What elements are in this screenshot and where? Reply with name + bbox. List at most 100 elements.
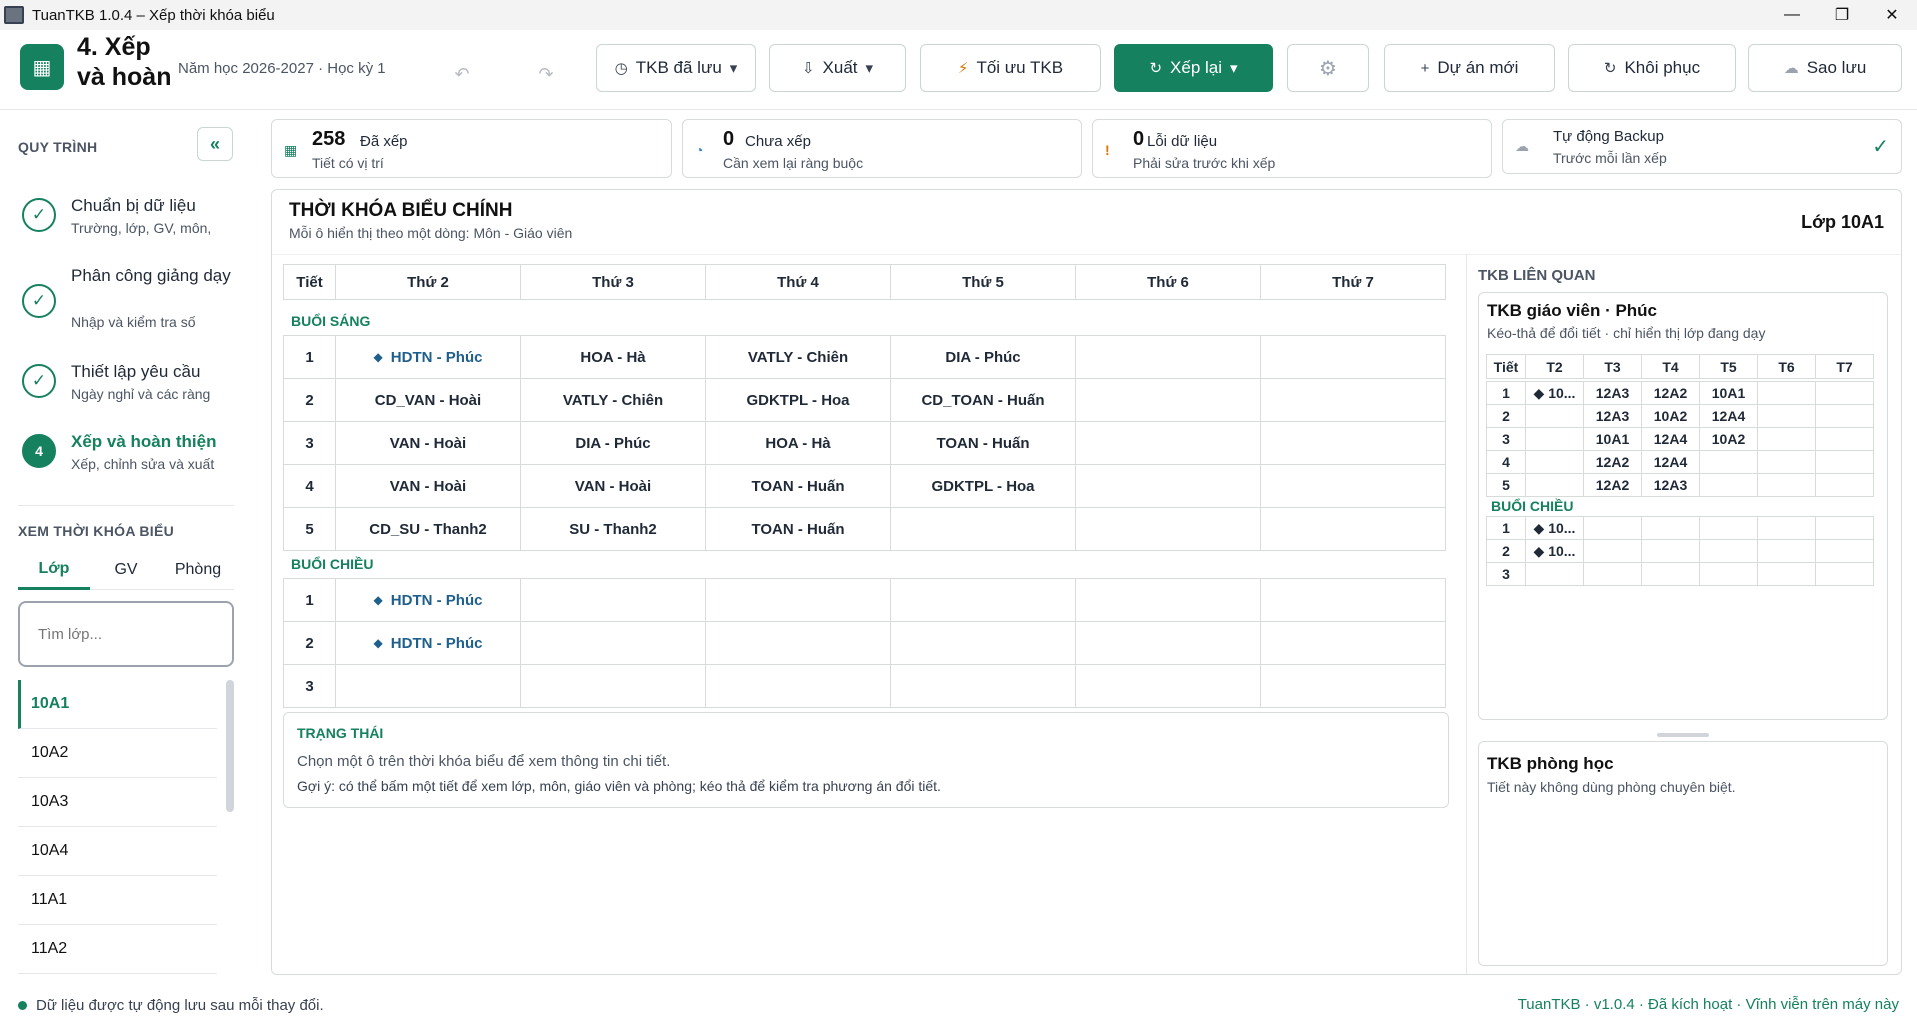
timetable-cell[interactable]: GDKTPL - Hoa xyxy=(890,464,1076,508)
restore-button[interactable]: ↻ Khôi phục xyxy=(1568,44,1736,92)
new-project-button[interactable]: + Dự án mới xyxy=(1384,44,1555,92)
teacher-cell[interactable] xyxy=(1699,562,1758,586)
teacher-cell[interactable] xyxy=(1525,562,1584,586)
teacher-cell[interactable] xyxy=(1815,516,1874,540)
timetable-cell[interactable]: TOAN - Huấn xyxy=(705,464,891,508)
teacher-cell[interactable]: 10A1 xyxy=(1583,427,1642,451)
timetable-cell[interactable] xyxy=(335,664,521,708)
timetable-cell[interactable]: TOAN - Huấn xyxy=(890,421,1076,465)
teacher-cell[interactable] xyxy=(1699,473,1758,497)
teacher-cell[interactable]: ◆ 10... xyxy=(1525,381,1584,405)
teacher-cell[interactable]: ◆ 10... xyxy=(1525,516,1584,540)
teacher-cell[interactable]: 12A3 xyxy=(1583,404,1642,428)
teacher-cell[interactable] xyxy=(1815,562,1874,586)
tab-room[interactable]: Phòng xyxy=(162,550,234,590)
class-item-10a4[interactable]: 10A4 xyxy=(18,827,217,876)
teacher-cell[interactable] xyxy=(1757,516,1816,540)
teacher-cell[interactable] xyxy=(1757,562,1816,586)
teacher-cell[interactable] xyxy=(1757,427,1816,451)
saved-schedule-button[interactable]: ◷ TKB đã lưu ▾ xyxy=(596,44,756,92)
timetable-cell[interactable]: VATLY - Chiên xyxy=(705,335,891,379)
class-list-scrollbar[interactable] xyxy=(226,680,234,812)
timetable-cell[interactable]: TOAN - Huấn xyxy=(705,507,891,551)
teacher-cell[interactable] xyxy=(1699,516,1758,540)
timetable-cell[interactable] xyxy=(890,664,1076,708)
teacher-cell[interactable] xyxy=(1525,404,1584,428)
collapse-sidebar-button[interactable]: « xyxy=(197,127,233,161)
timetable-cell[interactable] xyxy=(520,664,706,708)
redo-icon[interactable]: ↷ xyxy=(510,58,582,90)
timetable-cell[interactable]: CD_TOAN - Huấn xyxy=(890,378,1076,422)
teacher-cell[interactable] xyxy=(1757,539,1816,563)
timetable-cell[interactable] xyxy=(705,578,891,622)
timetable-cell[interactable] xyxy=(1075,578,1261,622)
teacher-cell[interactable]: 10A2 xyxy=(1699,427,1758,451)
teacher-cell[interactable] xyxy=(1641,516,1700,540)
timetable-cell[interactable]: CD_VAN - Hoài xyxy=(335,378,521,422)
teacher-cell[interactable] xyxy=(1525,473,1584,497)
teacher-cell[interactable]: 10A2 xyxy=(1641,404,1700,428)
teacher-cell[interactable]: 12A3 xyxy=(1583,381,1642,405)
teacher-cell[interactable] xyxy=(1757,381,1816,405)
teacher-cell[interactable]: 12A2 xyxy=(1641,381,1700,405)
timetable-cell[interactable]: VAN - Hoài xyxy=(335,464,521,508)
backup-button[interactable]: ☁ Sao lưu xyxy=(1748,44,1902,92)
timetable-cell[interactable] xyxy=(1075,464,1261,508)
class-item-11a2[interactable]: 11A2 xyxy=(18,925,217,974)
timetable-cell[interactable]: VATLY - Chiên xyxy=(520,378,706,422)
teacher-cell[interactable] xyxy=(1757,450,1816,474)
timetable-cell[interactable] xyxy=(890,507,1076,551)
teacher-cell[interactable] xyxy=(1525,450,1584,474)
timetable-cell[interactable] xyxy=(705,621,891,665)
class-search-input[interactable] xyxy=(18,601,234,667)
teacher-cell[interactable] xyxy=(1815,427,1874,451)
settings-button[interactable]: ⚙ xyxy=(1287,44,1369,92)
timetable-cell[interactable] xyxy=(1260,378,1446,422)
timetable-cell[interactable]: HDTN - Phúc xyxy=(335,621,521,665)
teacher-cell[interactable]: 12A4 xyxy=(1641,427,1700,451)
teacher-cell[interactable] xyxy=(1525,427,1584,451)
teacher-cell[interactable] xyxy=(1815,450,1874,474)
teacher-cell[interactable] xyxy=(1583,516,1642,540)
timetable-cell[interactable]: VAN - Hoài xyxy=(520,464,706,508)
tab-teacher[interactable]: GV xyxy=(90,550,162,590)
timetable-cell[interactable]: HOA - Hà xyxy=(705,421,891,465)
teacher-cell[interactable] xyxy=(1815,381,1874,405)
resize-handle[interactable] xyxy=(1657,733,1709,737)
teacher-cell[interactable] xyxy=(1757,473,1816,497)
timetable-cell[interactable] xyxy=(1075,421,1261,465)
timetable-cell[interactable] xyxy=(1075,378,1261,422)
teacher-cell[interactable]: 10A1 xyxy=(1699,381,1758,405)
timetable-cell[interactable] xyxy=(1260,421,1446,465)
timetable-cell[interactable]: HDTN - Phúc xyxy=(335,578,521,622)
teacher-cell[interactable]: 12A4 xyxy=(1699,404,1758,428)
teacher-cell[interactable] xyxy=(1815,473,1874,497)
teacher-cell[interactable] xyxy=(1699,450,1758,474)
class-item-10a2[interactable]: 10A2 xyxy=(18,729,217,778)
timetable-cell[interactable]: SU - Thanh2 xyxy=(520,507,706,551)
timetable-cell[interactable] xyxy=(1260,335,1446,379)
timetable-cell[interactable] xyxy=(1075,621,1261,665)
timetable-cell[interactable] xyxy=(1260,621,1446,665)
timetable-cell[interactable] xyxy=(520,578,706,622)
minimize-button[interactable]: — xyxy=(1767,0,1817,30)
undo-icon[interactable]: ↶ xyxy=(426,58,498,90)
teacher-cell[interactable] xyxy=(1641,562,1700,586)
timetable-cell[interactable] xyxy=(520,621,706,665)
timetable-cell[interactable]: VAN - Hoài xyxy=(335,421,521,465)
timetable-cell[interactable] xyxy=(705,664,891,708)
timetable-cell[interactable] xyxy=(1075,507,1261,551)
teacher-cell[interactable] xyxy=(1815,404,1874,428)
timetable-cell[interactable] xyxy=(1260,464,1446,508)
close-button[interactable]: ✕ xyxy=(1867,0,1917,30)
teacher-cell[interactable]: 12A2 xyxy=(1583,450,1642,474)
teacher-cell[interactable] xyxy=(1815,539,1874,563)
timetable-cell[interactable]: HOA - Hà xyxy=(520,335,706,379)
teacher-cell[interactable] xyxy=(1699,539,1758,563)
rearrange-button[interactable]: ↻ Xếp lại ▾ xyxy=(1114,44,1273,92)
timetable-cell[interactable]: HDTN - Phúc xyxy=(335,335,521,379)
export-button[interactable]: ⇩ Xuất ▾ xyxy=(769,44,906,92)
timetable-cell[interactable]: DIA - Phúc xyxy=(890,335,1076,379)
timetable-cell[interactable] xyxy=(890,578,1076,622)
timetable-cell[interactable]: GDKTPL - Hoa xyxy=(705,378,891,422)
